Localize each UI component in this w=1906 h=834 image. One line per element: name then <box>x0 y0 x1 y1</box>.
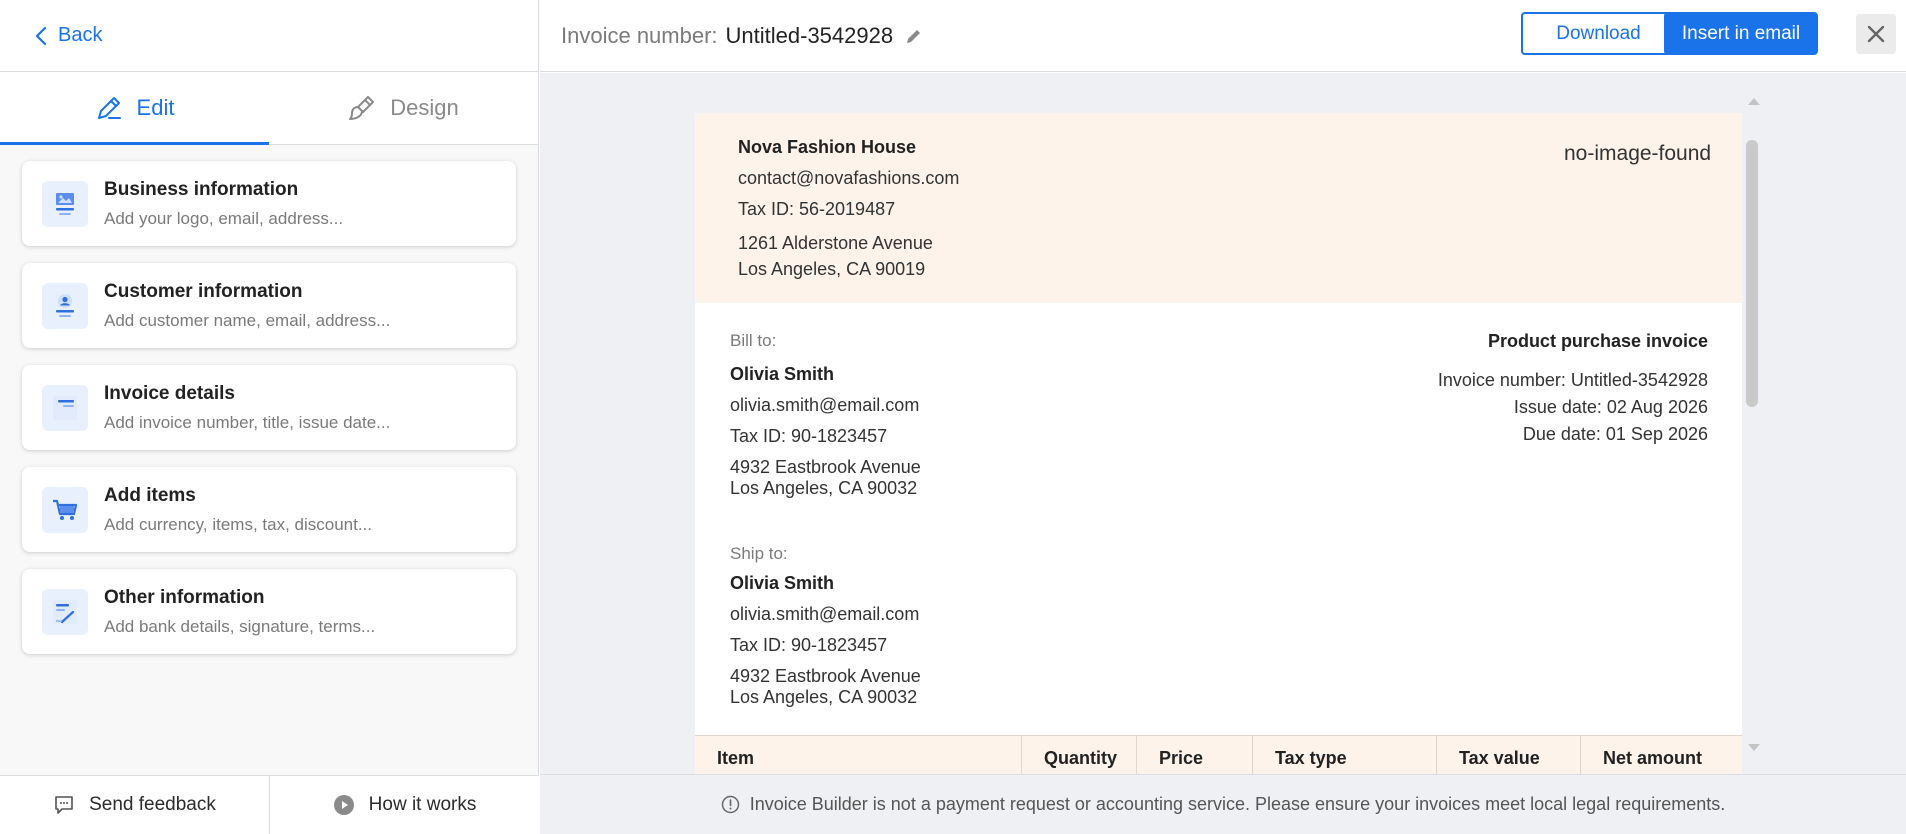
column-header-tax-type: Tax type <box>1253 736 1437 774</box>
customer-icon <box>42 282 88 329</box>
ship-to-address-line1: 4932 Eastbrook Avenue <box>730 666 921 686</box>
invoice-number-line: Invoice number: Untitled-3542928 <box>1437 370 1708 390</box>
issue-date-line: Issue date: 02 Aug 2026 <box>1513 397 1708 417</box>
brush-icon <box>349 96 375 120</box>
scroll-up-arrow[interactable] <box>1748 98 1760 105</box>
card-title: Business information <box>104 178 299 200</box>
business-logo: no-image-found <box>1564 142 1712 165</box>
edit-pencil-icon[interactable] <box>905 27 923 45</box>
card-other-information[interactable]: Other information Add bank details, sign… <box>22 569 516 654</box>
ship-to-block: Ship to: Olivia Smith olivia.smith@email… <box>730 544 1742 708</box>
column-header-tax-value: Tax value <box>1437 736 1581 774</box>
left-panel: Back Edit Design Business information Ad… <box>0 0 539 834</box>
tab-edit[interactable]: Edit <box>0 72 269 145</box>
pencil-icon <box>97 97 121 119</box>
close-icon <box>1867 25 1885 43</box>
card-subtitle: Add customer name, email, address... <box>104 310 391 330</box>
send-feedback-label: Send feedback <box>89 794 216 815</box>
column-header-item: Item <box>695 736 1022 774</box>
bill-to-address-line2: Los Angeles, CA 90032 <box>730 478 918 498</box>
send-feedback-button[interactable]: Send feedback <box>0 776 269 834</box>
customer-section: Bill to: Olivia Smith olivia.smith@email… <box>695 303 1742 708</box>
top-bar: Invoice number: Untitled-3542928 Downloa… <box>540 0 1906 72</box>
cart-icon <box>42 486 88 533</box>
card-title: Add items <box>104 484 196 506</box>
ship-to-label: Ship to: <box>730 544 788 563</box>
card-add-items[interactable]: Add items Add currency, items, tax, disc… <box>22 467 516 552</box>
ship-to-address: 4932 Eastbrook Avenue Los Angeles, CA 90… <box>730 666 1742 708</box>
chevron-left-icon <box>35 26 47 45</box>
how-it-works-button[interactable]: How it works <box>269 776 539 834</box>
download-button[interactable]: Download <box>1521 12 1676 55</box>
due-date-line: Due date: 01 Sep 2026 <box>1522 424 1708 444</box>
invoice-preview: Nova Fashion House contact@novafashions.… <box>540 73 1906 774</box>
tab-edit-label: Edit <box>136 95 175 120</box>
card-subtitle: Add your logo, email, address... <box>104 208 344 228</box>
card-business-information[interactable]: Business information Add your logo, emai… <box>22 161 516 246</box>
bill-to-address-line1: 4932 Eastbrook Avenue <box>730 457 921 477</box>
tab-design-label: Design <box>390 95 459 120</box>
card-subtitle: Add bank details, signature, terms... <box>104 616 376 636</box>
disclaimer-text: Invoice Builder is not a payment request… <box>749 794 1726 814</box>
business-address-line2: Los Angeles, CA 90019 <box>738 259 926 279</box>
items-table-header: Item Quantity Price Tax type Tax value N… <box>695 735 1742 774</box>
bill-to-address: 4932 Eastbrook Avenue Los Angeles, CA 90… <box>730 457 1742 499</box>
document-icon <box>42 384 88 431</box>
card-title: Customer information <box>104 280 303 302</box>
business-header: Nova Fashion House contact@novafashions.… <box>695 113 1742 303</box>
ship-to-email: olivia.smith@email.com <box>730 604 920 624</box>
business-image-icon <box>42 180 88 227</box>
insert-in-email-button[interactable]: Insert in email <box>1664 12 1818 55</box>
back-button[interactable]: Back <box>34 24 102 47</box>
ship-to-address-line2: Los Angeles, CA 90032 <box>730 687 918 707</box>
feedback-icon <box>55 796 73 814</box>
invoice-meta: Product purchase invoice Invoice number:… <box>1438 331 1708 448</box>
invoice-number-value: Untitled-3542928 <box>725 22 894 48</box>
business-tax-id: Tax ID: 56-2019487 <box>738 199 896 219</box>
card-customer-information[interactable]: Customer information Add customer name, … <box>22 263 516 348</box>
section-cards: Business information Add your logo, emai… <box>0 145 538 654</box>
back-bar: Back <box>0 0 538 72</box>
card-title: Invoice details <box>104 382 235 404</box>
column-header-net-amount: Net amount <box>1603 747 1702 768</box>
left-footer: Send feedback How it works <box>0 775 539 834</box>
invoice-number-label: Invoice number: <box>561 22 718 48</box>
card-title: Other information <box>104 586 265 608</box>
tab-design[interactable]: Design <box>269 72 538 144</box>
scrollbar-thumb[interactable] <box>1746 140 1758 407</box>
business-email: contact@novafashions.com <box>738 168 960 188</box>
invoice-paper: Nova Fashion House contact@novafashions.… <box>695 113 1742 774</box>
play-icon <box>333 795 354 815</box>
column-header-price: Price <box>1137 736 1253 774</box>
card-subtitle: Add invoice number, title, issue date... <box>104 412 391 432</box>
ship-to-name: Olivia Smith <box>730 573 835 593</box>
invoice-title: Product purchase invoice <box>1487 331 1708 351</box>
ship-to-tax-id: Tax ID: 90-1823457 <box>730 635 888 655</box>
info-icon <box>721 795 739 814</box>
back-label: Back <box>58 24 103 46</box>
disclaimer-bar: Invoice Builder is not a payment request… <box>540 774 1906 834</box>
business-address-line1: 1261 Alderstone Avenue <box>738 233 933 253</box>
scroll-down-arrow[interactable] <box>1748 744 1760 751</box>
column-header-quantity: Quantity <box>1022 736 1137 774</box>
how-it-works-label: How it works <box>368 794 477 815</box>
close-button[interactable] <box>1856 14 1896 54</box>
card-invoice-details[interactable]: Invoice details Add invoice number, titl… <box>22 365 516 450</box>
editor-tabs: Edit Design <box>0 72 538 145</box>
signature-icon <box>42 588 88 635</box>
card-subtitle: Add currency, items, tax, discount... <box>104 514 373 534</box>
